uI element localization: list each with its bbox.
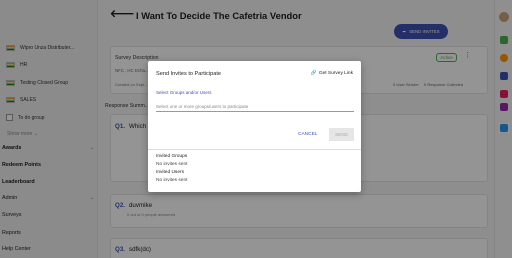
- send-button[interactable]: SEND: [329, 128, 354, 141]
- get-survey-link-button[interactable]: 🔗 Get Survey Link: [311, 71, 353, 76]
- send-invites-dialog: Send Invites to Participate 🔗 Get Survey…: [148, 61, 361, 192]
- invited-users-heading: Invited Users: [156, 170, 184, 175]
- divider: [148, 149, 361, 150]
- dialog-title: Send Invites to Participate: [156, 71, 221, 77]
- invited-groups-status: No invites sent: [156, 162, 188, 167]
- groups-users-input[interactable]: [156, 101, 354, 112]
- link-icon: 🔗: [310, 71, 317, 76]
- invited-users-status: No invites sent: [156, 178, 188, 183]
- invited-groups-heading: Invited Groups: [156, 154, 188, 159]
- cancel-button[interactable]: CANCEL: [298, 132, 317, 137]
- select-groups-label: Select Groups and/or Users: [156, 90, 212, 95]
